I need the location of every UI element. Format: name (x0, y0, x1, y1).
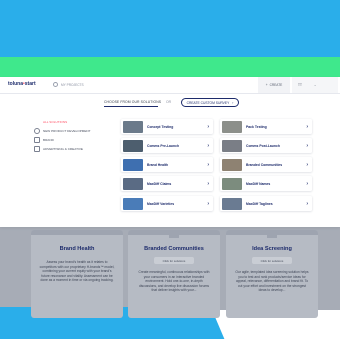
solution-label: MaxDiff Taglines (246, 201, 273, 206)
app-window: toluna•start MY PROJECTS + CREATE TT ⌄ C… (0, 77, 340, 227)
solution-thumbnail (222, 177, 242, 190)
solution-label: Comms Pre-Launch (147, 143, 180, 148)
chevron-right-icon: › (306, 180, 308, 187)
solution-card-pack-testing[interactable]: Pack Testing › (220, 119, 312, 134)
plus-icon: + (265, 83, 268, 87)
solution-label: MaxDiff Varieties (147, 201, 175, 206)
sidebar-item-all-solutions[interactable]: ALL SOLUTIONS (28, 117, 108, 126)
solution-label: Branded Communities (246, 162, 283, 167)
solution-thumbnail (123, 177, 143, 190)
chevron-right-icon: › (207, 200, 209, 207)
solution-card-comms-post-launch[interactable]: Comms Post-Launch › (220, 138, 312, 153)
solution-card-maxdiff-names[interactable]: MaxDiff Names › (220, 176, 312, 191)
card-description: Our agile, templated idea screening solu… (235, 270, 309, 293)
card-title: Branded Communities (144, 246, 204, 252)
card-badge (169, 232, 179, 238)
chevron-right-icon: › (306, 142, 308, 149)
solution-label: Comms Post-Launch (246, 143, 280, 148)
create-custom-survey-button[interactable]: CREATE CUSTOM SURVEY › (181, 98, 239, 107)
solution-card-maxdiff-varieties[interactable]: MaxDiff Varieties › (121, 196, 213, 211)
solution-thumbnail (123, 158, 143, 171)
solution-card-branded-communities[interactable]: Branded Communities › (220, 157, 312, 172)
solution-thumbnail (222, 120, 242, 133)
logo-suffix: start (24, 81, 36, 87)
lightbulb-icon (34, 127, 40, 134)
chevron-right-icon: › (207, 142, 209, 149)
solution-card-concept-testing[interactable]: Concept Testing › (121, 119, 213, 134)
top-header: toluna•start MY PROJECTS + CREATE TT ⌄ (0, 77, 340, 94)
click-for-solutions-button[interactable]: Click for solutions (154, 257, 194, 264)
solution-thumbnail (222, 158, 242, 171)
user-menu[interactable]: TT ⌄ (292, 77, 338, 93)
solution-card-maxdiff-claims[interactable]: MaxDiff Claims › (121, 176, 213, 191)
monitor-icon (34, 145, 40, 152)
solution-thumbnail (222, 197, 242, 210)
tab-choose-solutions[interactable]: CHOOSE FROM OUR SOLUTIONS (104, 100, 161, 104)
or-separator: OR (166, 100, 172, 104)
card-top-strip (31, 230, 123, 235)
tag-icon (34, 136, 40, 143)
solution-card-comms-pre-launch[interactable]: Comms Pre-Launch › (121, 138, 213, 153)
projects-icon (53, 82, 58, 87)
solution-card-brand-health[interactable]: Brand Health › (121, 157, 213, 172)
chevron-right-icon: › (306, 161, 308, 168)
sidebar-item-label: ADVERTISING & CREATIVE (43, 146, 83, 151)
sidebar-item-label: ALL SOLUTIONS (43, 119, 68, 124)
create-button[interactable]: + CREATE (258, 77, 290, 93)
sidebar-item-label: NEW PRODUCT DEVELOPMENT (43, 128, 91, 133)
create-label: CREATE (269, 83, 283, 87)
category-sidebar: ALL SOLUTIONS NEW PRODUCT DEVELOPMENT BR… (28, 117, 108, 153)
solution-label: Brand Health (147, 162, 169, 167)
solution-detail-card: Idea Screening Click for solutions Our a… (226, 230, 318, 318)
background-green-band (0, 57, 340, 77)
solution-detail-card: Branded Communities Click for solutions … (128, 230, 220, 318)
chevron-right-icon: › (207, 123, 209, 130)
card-description: Assess your brand's health as it relates… (39, 260, 115, 283)
logo-text: toluna (8, 81, 23, 87)
chevron-down-icon: ⌄ (313, 83, 317, 87)
solution-label: Pack Testing (246, 124, 267, 129)
card-badge (267, 232, 277, 238)
chevron-right-icon: › (207, 180, 209, 187)
solution-detail-card: Brand Health Assess your brand's health … (31, 230, 123, 318)
solution-thumbnail (123, 139, 143, 152)
solution-label: MaxDiff Claims (147, 181, 172, 186)
solution-thumbnail (123, 197, 143, 210)
click-for-solutions-button[interactable]: Click for solutions (252, 257, 292, 264)
chevron-right-icon: › (306, 123, 308, 130)
sidebar-item-brand[interactable]: BRAND (28, 135, 108, 144)
my-projects-link[interactable]: MY PROJECTS (53, 82, 84, 87)
active-tab-underline (104, 106, 158, 107)
custom-survey-label: CREATE CUSTOM SURVEY (186, 100, 230, 105)
user-initials: TT (298, 83, 302, 87)
sidebar-item-new-product-development[interactable]: NEW PRODUCT DEVELOPMENT (28, 126, 108, 135)
solution-label: MaxDiff Names (246, 181, 271, 186)
sidebar-item-label: BRAND (43, 137, 54, 142)
logo[interactable]: toluna•start (8, 81, 36, 87)
my-projects-label: MY PROJECTS (61, 82, 84, 87)
chevron-right-icon: › (306, 200, 308, 207)
card-title: Brand Health (59, 246, 95, 252)
chevron-right-icon: › (232, 100, 234, 105)
sidebar-item-advertising-creative[interactable]: ADVERTISING & CREATIVE (28, 144, 108, 153)
chevron-right-icon: › (207, 161, 209, 168)
solution-card-maxdiff-taglines[interactable]: MaxDiff Taglines › (220, 196, 312, 211)
solution-thumbnail (123, 120, 143, 133)
solution-thumbnail (222, 139, 242, 152)
card-description: Create meaningful, continuous relationsh… (138, 270, 210, 293)
card-title: Idea Screening (252, 246, 292, 252)
solution-label: Concept Testing (147, 124, 174, 129)
